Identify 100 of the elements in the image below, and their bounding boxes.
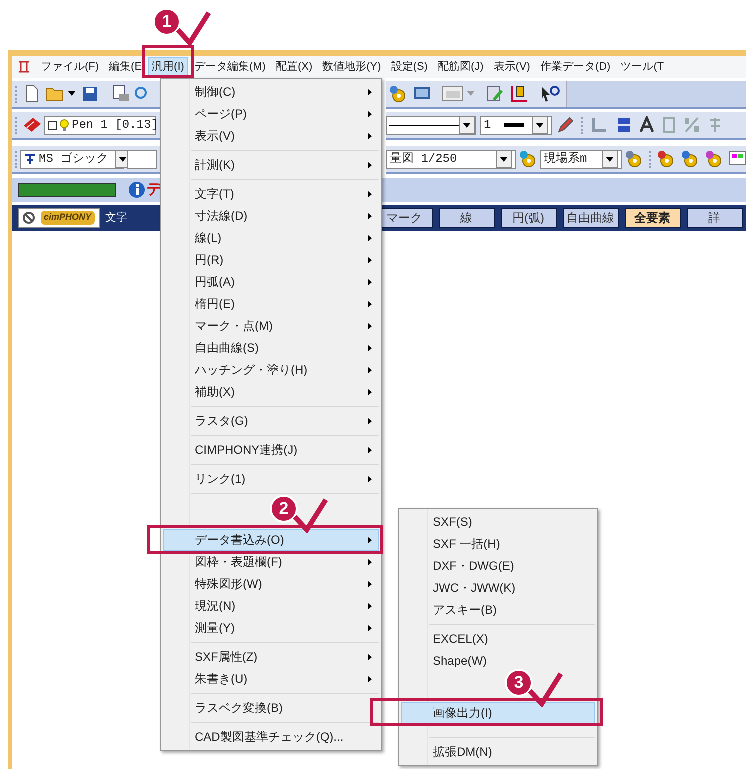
menu-item[interactable]: リンク(1) (163, 468, 379, 490)
menu-item[interactable]: 朱書き(U) (163, 668, 379, 690)
app-logo-icon[interactable] (16, 59, 32, 75)
menubar-item[interactable]: ツール(T (616, 57, 668, 77)
menu-item[interactable]: 寸法線(D) (163, 205, 379, 227)
font-type-icon[interactable] (24, 153, 36, 165)
toolbar-grip-icon[interactable] (14, 85, 18, 103)
submenu-arrow-icon[interactable] (368, 580, 372, 588)
line-width-field[interactable]: 1 (480, 116, 552, 134)
dropdown-button[interactable] (459, 116, 475, 134)
font-field[interactable]: MS ゴシック (20, 150, 124, 168)
coordinate-icon[interactable] (615, 116, 633, 134)
menu-item[interactable]: 図枠・表題欄(F) (163, 551, 379, 573)
menu-item[interactable]: 現況(N) (163, 595, 379, 617)
scale-field[interactable]: 量図 1/250 (386, 150, 516, 168)
menu-item[interactable]: CIMPHONY連携(J) (163, 439, 379, 461)
menu-item[interactable]: マーク・点(M) (163, 315, 379, 337)
menubar-item[interactable]: 配置(X) (272, 57, 317, 77)
submenu-arrow-icon[interactable] (368, 536, 372, 544)
submenu-arrow-icon[interactable] (368, 278, 372, 286)
pen-icon[interactable] (556, 116, 574, 134)
line-style-field[interactable] (386, 116, 476, 134)
submenu-arrow-icon[interactable] (368, 476, 372, 482)
save-icon[interactable] (82, 86, 98, 102)
submenu-arrow-icon[interactable] (368, 602, 372, 610)
print-preview-icon[interactable] (112, 85, 130, 103)
menubar-item[interactable]: 編集(E (105, 57, 146, 77)
menu-item[interactable]: JWC・JWW(K) (401, 577, 595, 599)
submenu-arrow-icon[interactable] (368, 344, 372, 352)
submenu-arrow-icon[interactable] (368, 162, 372, 168)
menu-item[interactable]: 特殊図形(W) (163, 573, 379, 595)
tab[interactable]: 全要素 (624, 208, 681, 228)
prohibited-icon[interactable] (23, 212, 35, 224)
menubar-item[interactable]: 汎用(I) (148, 57, 188, 77)
menu-item[interactable]: EXCEL(X) (401, 628, 595, 650)
menu-item[interactable]: ラスタ(G) (163, 410, 379, 432)
submenu-arrow-icon[interactable] (368, 446, 372, 454)
menu-item[interactable]: ラスベク変換(B) (163, 697, 379, 719)
menu-item[interactable]: ハッチング・塗り(H) (163, 359, 379, 381)
submenu-arrow-icon[interactable] (368, 388, 372, 396)
checkbox-icon[interactable] (48, 120, 57, 130)
menu-item[interactable]: ページ(P) (163, 103, 379, 125)
caret-icon[interactable] (68, 91, 76, 97)
menubar-item[interactable]: 数値地形(Y) (318, 57, 386, 77)
gear-icon[interactable] (657, 150, 675, 168)
menu-item[interactable]: SXF(S) (401, 511, 595, 533)
menu-item[interactable]: 測量(Y) (163, 617, 379, 639)
submenu-arrow-icon[interactable] (368, 132, 372, 140)
gear-icon[interactable] (389, 85, 407, 103)
unit-field[interactable]: 現場系m (540, 150, 622, 168)
submenu-arrow-icon[interactable] (368, 366, 372, 374)
menu-item[interactable]: 補助(X) (163, 381, 379, 403)
menu-item[interactable]: CAD製図基準チェック(Q)... (163, 726, 379, 748)
toolbar-grip-icon[interactable] (14, 150, 18, 168)
menu-item[interactable]: データ書込み(O) (163, 529, 379, 551)
edit-sheet-icon[interactable] (486, 85, 504, 103)
menubar-item[interactable]: ファイル(F) (37, 57, 104, 77)
menu-item[interactable]: 拡張DM(N) (401, 741, 595, 763)
tab[interactable]: 詳 (686, 208, 743, 228)
book-icon[interactable] (22, 116, 42, 134)
menu-item[interactable]: 自由曲線(S) (163, 337, 379, 359)
menubar-item[interactable]: 設定(S) (387, 57, 432, 77)
menu-item[interactable]: 線(L) (163, 227, 379, 249)
submenu-arrow-icon[interactable] (368, 110, 372, 118)
dropdown-button[interactable] (602, 150, 618, 168)
menu-item[interactable]: SXF属性(Z) (163, 646, 379, 668)
tab[interactable]: 円(弧) (500, 208, 557, 228)
new-page-icon[interactable] (24, 85, 40, 103)
dropdown-button[interactable] (496, 150, 512, 168)
gear-icon[interactable] (625, 150, 643, 168)
gear-icon[interactable] (705, 150, 723, 168)
submenu-arrow-icon[interactable] (368, 322, 372, 330)
dropdown-button[interactable] (532, 116, 548, 134)
toolbar-grip-icon[interactable] (648, 150, 652, 168)
menu-item[interactable]: 制御(C) (163, 81, 379, 103)
toolbar-grip-icon[interactable] (580, 116, 584, 134)
menu-item[interactable]: 表示(V) (163, 125, 379, 147)
submenu-arrow-icon[interactable] (368, 676, 372, 682)
submenu-arrow-icon[interactable] (368, 256, 372, 264)
menu-item[interactable]: 文字(T) (163, 183, 379, 205)
menu-item[interactable]: Shape(W) (401, 650, 595, 672)
info-icon[interactable] (128, 181, 146, 199)
menu-item[interactable]: 計測(K) (163, 154, 379, 176)
axis-icon[interactable] (508, 84, 528, 104)
submenu-arrow-icon[interactable] (368, 212, 372, 220)
menubar-item[interactable]: 作業データ(D) (536, 57, 615, 77)
submenu-arrow-icon[interactable] (368, 88, 372, 96)
menu-item[interactable]: 楕円(E) (163, 293, 379, 315)
search-icon[interactable] (134, 86, 150, 102)
text-style-icon[interactable] (639, 116, 655, 134)
menu-item[interactable]: アスキー(B) (401, 599, 595, 621)
submenu-arrow-icon[interactable] (368, 654, 372, 660)
menu-item[interactable]: SXF 一括(H) (401, 533, 595, 555)
palette-icon[interactable] (729, 150, 746, 168)
menu-item[interactable]: DXF・DWG(E) (401, 555, 595, 577)
submenu-arrow-icon[interactable] (368, 558, 372, 566)
toolbar-grip-icon[interactable] (14, 116, 18, 134)
submenu-arrow-icon[interactable] (368, 624, 372, 632)
help-pointer-icon[interactable] (540, 85, 560, 103)
tab[interactable]: 線 (438, 208, 495, 228)
